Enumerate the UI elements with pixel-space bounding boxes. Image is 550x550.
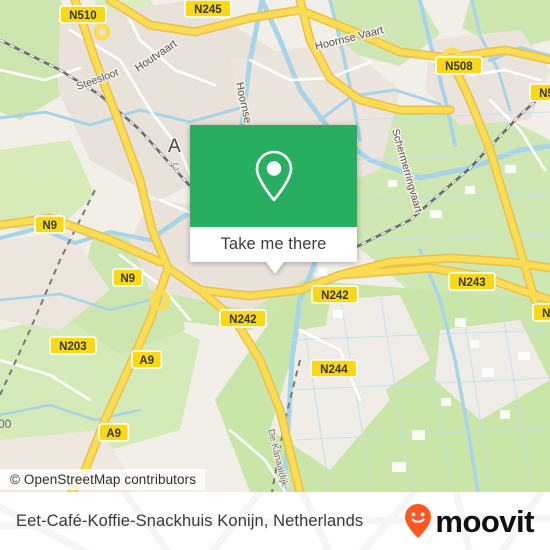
road-shield-label: N242: [321, 290, 349, 302]
road-shield-n244: N244: [310, 359, 358, 378]
road-shield-n203: N203: [49, 336, 97, 355]
road-shield-label: N508: [445, 61, 473, 73]
map-pin-icon: [255, 150, 292, 202]
svg-text:C: C: [172, 162, 179, 173]
road-shield-label: N203: [59, 341, 87, 353]
road-shield-label: N243: [458, 277, 486, 289]
road-shield-n9: N9: [34, 215, 66, 234]
popup-tail: [266, 262, 284, 274]
place-name-label: Eet-Café-Koffie-Snackhuis Konijn, Nether…: [16, 511, 364, 530]
road-shield-label: N9: [42, 220, 57, 232]
road-shield-label: A9: [106, 428, 121, 440]
svg-text:A: A: [168, 136, 181, 157]
edge-label-partial: 00: [0, 417, 12, 431]
moovit-wordmark: moovit: [435, 503, 534, 539]
take-me-there-popup[interactable]: Take me there: [190, 125, 357, 274]
moovit-pin-smile-icon: [405, 504, 432, 538]
road-shield-label: N244: [320, 364, 348, 376]
road-shield-label: N510: [69, 10, 97, 22]
road-shield-label: N243: [542, 308, 550, 320]
road-shield-n508: N508: [529, 83, 550, 102]
road-shield-n508: N508: [435, 56, 483, 75]
popup-icon-area: [190, 125, 357, 227]
road-shield-n9: N9: [112, 268, 144, 287]
take-me-there-button[interactable]: Take me there: [221, 235, 327, 254]
road-shield-n245: N245: [184, 0, 232, 18]
road-shield-n242: N242: [311, 285, 359, 304]
road-shield-label: N242: [229, 314, 257, 326]
road-shield-a9: A9: [131, 350, 163, 369]
road-shield-a9: A9: [98, 423, 130, 442]
map-screenshot-page: Houtvaart Steesloot Hoornse Vaart Hoorns…: [0, 0, 550, 550]
footer-bar: Eet-Café-Koffie-Snackhuis Konijn, Nether…: [0, 492, 550, 550]
popup-action-bar[interactable]: Take me there: [190, 227, 357, 262]
road-shield-n243: N243: [448, 272, 496, 291]
road-shield-n510: N510: [59, 5, 107, 24]
road-shield-n243: N243: [532, 303, 550, 322]
road-shield-n242: N242: [219, 309, 267, 328]
road-shield-label: N245: [194, 4, 222, 16]
road-shield-label: N9: [120, 273, 135, 285]
road-shield-label: N508: [539, 88, 550, 100]
road-shield-label: A9: [139, 355, 154, 367]
svg-text:00: 00: [0, 417, 12, 431]
moovit-logo[interactable]: moovit: [403, 503, 534, 539]
